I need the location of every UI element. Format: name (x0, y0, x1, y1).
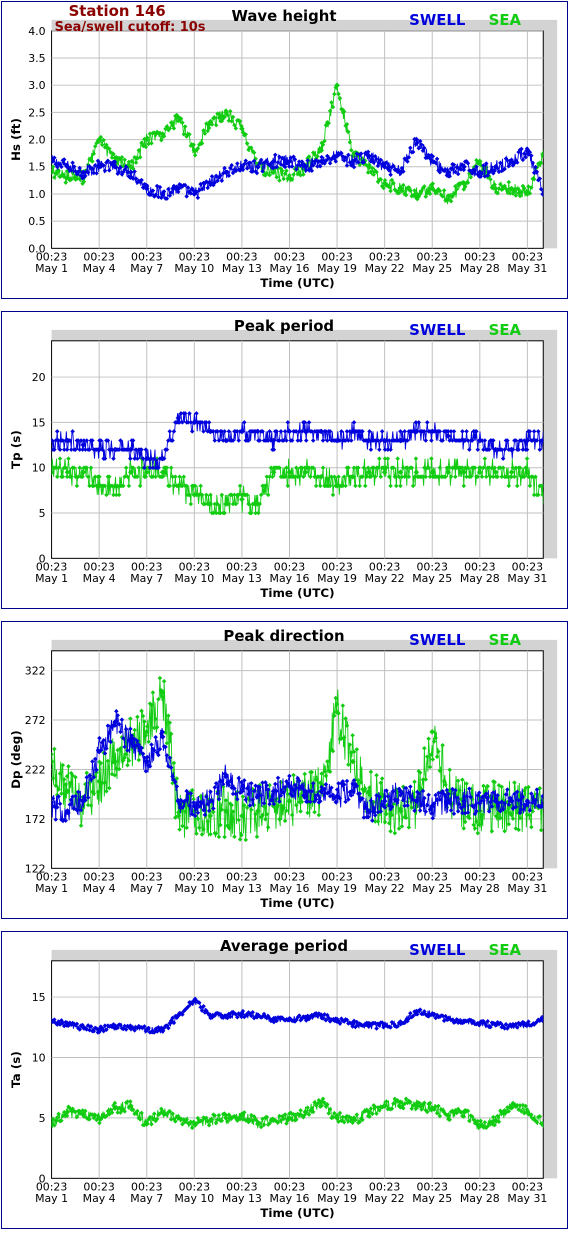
x-tick-date: May 19 (317, 572, 357, 585)
y-tick-label: 20 (32, 371, 46, 384)
x-tick-date: May 19 (317, 1192, 357, 1205)
x-tick-date: May 1 (35, 262, 68, 275)
y-axis-label: Tp (s) (9, 430, 23, 469)
y-tick-label: 3.5 (28, 52, 45, 65)
peak-direction-panel: 122 172 222 272 322 00:23 May 1 00:23 May 4 00:23… (1, 621, 568, 919)
y-tick-label: 1.0 (28, 188, 45, 201)
legend-sea: SEA (489, 11, 522, 29)
y-tick-label: 0.5 (28, 215, 45, 228)
x-tick-date: May 13 (222, 572, 262, 585)
legend-swell: SWELL (409, 321, 466, 339)
y-tick-label: 15 (32, 416, 46, 429)
y-tick-label: 10 (32, 462, 46, 475)
x-tick-date: May 7 (130, 572, 163, 585)
y-tick-label: 5 (39, 1112, 46, 1125)
x-tick-date: May 10 (174, 262, 214, 275)
plot-area (51, 650, 544, 869)
x-tick-date: May 1 (35, 1192, 68, 1205)
x-axis-label: Time (UTC) (260, 586, 334, 600)
legend-sea: SEA (489, 941, 522, 959)
x-tick-date: May 31 (507, 1192, 547, 1205)
x-tick-date: May 25 (412, 882, 452, 895)
x-tick-date: May 22 (365, 572, 405, 585)
y-tick-label: 4.0 (28, 25, 45, 38)
x-tick-date: May 19 (317, 882, 357, 895)
y-tick-label: 272 (25, 714, 46, 727)
y-tick-label: 5 (39, 507, 46, 520)
x-tick-date: May 13 (222, 882, 262, 895)
x-tick-date: May 4 (83, 882, 116, 895)
x-tick-date: May 28 (460, 882, 500, 895)
chart-title: Peak direction (223, 627, 344, 645)
y-tick-label: 3.0 (28, 79, 45, 92)
x-tick-date: May 1 (35, 882, 68, 895)
x-tick-date: May 10 (174, 882, 214, 895)
chart-svg: 0510152000:23May 100:23May 400:23May 700… (9, 317, 558, 600)
x-tick-date: May 28 (460, 572, 500, 585)
x-tick-date: May 13 (222, 1192, 262, 1205)
x-tick-date: May 1 (35, 572, 68, 585)
x-tick-date: May 7 (130, 1192, 163, 1205)
station-title: Station 146 (69, 2, 166, 20)
y-tick-label: 222 (25, 763, 46, 776)
y-tick-label: 172 (25, 813, 46, 826)
x-tick-date: May 16 (270, 572, 310, 585)
x-tick-date: May 25 (412, 262, 452, 275)
chart-svg: 0.00.51.01.52.02.53.03.54.000:23May 100:… (9, 2, 558, 290)
legend-sea: SEA (489, 321, 522, 339)
x-tick-date: May 10 (174, 572, 214, 585)
x-tick-date: May 31 (507, 262, 547, 275)
y-tick-label: 10 (32, 1051, 46, 1064)
chart-svg: 05101500:23May 100:23May 400:23May 700:2… (9, 937, 558, 1220)
x-tick-date: May 22 (365, 1192, 405, 1205)
y-axis-label: Ta (s) (9, 1051, 23, 1088)
x-tick-date: May 16 (270, 262, 310, 275)
x-tick-date: May 7 (130, 262, 163, 275)
x-axis-label: Time (UTC) (260, 1206, 334, 1220)
x-axis-label: Time (UTC) (260, 896, 334, 910)
legend-swell: SWELL (409, 631, 466, 649)
plot-area (51, 960, 544, 1179)
legend-sea: SEA (489, 631, 522, 649)
peak-period-panel: 0 5 10 15 20 00:23 May 1 00:23 May 4 00:23 May 7 00… (1, 311, 568, 609)
x-tick-date: May 16 (270, 1192, 310, 1205)
x-tick-date: May 22 (365, 262, 405, 275)
x-tick-date: May 31 (507, 572, 547, 585)
y-axis-label: Hs (ft) (9, 118, 23, 161)
x-tick-date: May 10 (174, 1192, 214, 1205)
y-axis-label: Dp (deg) (9, 730, 23, 789)
y-tick-label: 2.0 (28, 134, 45, 147)
x-tick-date: May 25 (412, 572, 452, 585)
x-axis-label: Time (UTC) (260, 276, 334, 290)
x-tick-date: May 19 (317, 262, 357, 275)
chart-title: Wave height (231, 7, 336, 25)
x-tick-date: May 16 (270, 882, 310, 895)
x-tick-date: May 28 (460, 1192, 500, 1205)
x-tick-date: May 28 (460, 262, 500, 275)
chart-svg: 12217222227232200:23May 100:23May 400:23… (9, 627, 558, 910)
legend-swell: SWELL (409, 941, 466, 959)
x-tick-date: May 4 (83, 572, 116, 585)
x-tick-date: May 25 (412, 1192, 452, 1205)
cutoff-label: Sea/swell cutoff: 10s (55, 20, 206, 35)
chart-title: Peak period (234, 317, 334, 335)
x-tick-date: May 22 (365, 882, 405, 895)
y-tick-label: 2.5 (28, 106, 45, 119)
x-tick-date: May 4 (83, 1192, 116, 1205)
x-tick-date: May 13 (222, 262, 262, 275)
y-tick-label: 1.5 (28, 161, 45, 174)
legend-swell: SWELL (409, 11, 466, 29)
x-tick-date: May 31 (507, 882, 547, 895)
wave-height-panel: 0.0 0.5 1.0 1.5 2.0 2.5 3.0 3.5 4.0 00:23 May 1 00:… (1, 1, 568, 299)
x-tick-date: May 7 (130, 882, 163, 895)
x-tick-date: May 4 (83, 262, 116, 275)
chart-title: Average period (220, 937, 348, 955)
average-period-panel: 0 5 10 15 00:23 May 1 00:23 May 4 00:23 May 7 00:2… (1, 931, 568, 1229)
y-tick-label: 15 (32, 991, 46, 1004)
y-tick-label: 322 (25, 665, 46, 678)
